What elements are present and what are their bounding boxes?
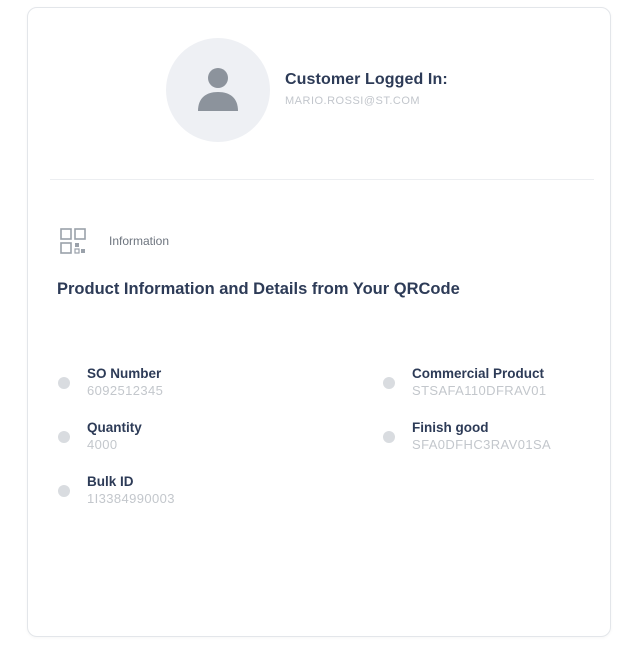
avatar — [166, 38, 270, 142]
login-info: Customer Logged In: MARIO.ROSSI@ST.COM — [285, 71, 448, 107]
section-headline: Product Information and Details from You… — [57, 280, 460, 298]
field-label: Bulk ID — [87, 474, 134, 489]
dot-icon — [383, 377, 395, 389]
field-label: SO Number — [87, 366, 162, 381]
login-title: Customer Logged In: — [285, 71, 448, 88]
field-so-number: SO Number 6092512345 — [58, 365, 163, 399]
field-commercial-product: Commercial Product STSAFA110DFRAV01 — [383, 365, 547, 399]
section-header: Information — [59, 227, 169, 255]
customer-info-card: Customer Logged In: MARIO.ROSSI@ST.COM I… — [27, 7, 611, 637]
field-label: Quantity — [87, 420, 142, 435]
login-email: MARIO.ROSSI@ST.COM — [285, 95, 421, 107]
field-finish-good: Finish good SFA0DFHC3RAV01SA — [383, 419, 551, 453]
field-quantity: Quantity 4000 — [58, 419, 142, 453]
field-bulk-id: Bulk ID 1I3384990003 — [58, 473, 175, 507]
field-label: Commercial Product — [412, 366, 545, 381]
field-value: SFA0DFHC3RAV01SA — [412, 437, 552, 452]
field-value: STSAFA110DFRAV01 — [412, 383, 547, 398]
customer-header: Customer Logged In: MARIO.ROSSI@ST.COM — [28, 8, 610, 180]
field-value: 6092512345 — [87, 383, 164, 398]
dot-icon — [383, 431, 395, 443]
dot-icon — [58, 377, 70, 389]
divider — [50, 179, 594, 180]
dot-icon — [58, 431, 70, 443]
field-value: 4000 — [87, 437, 118, 452]
field-label: Finish good — [412, 420, 489, 435]
user-icon — [198, 68, 238, 111]
grid-icon — [60, 228, 86, 254]
dot-icon — [58, 485, 70, 497]
field-value: 1I3384990003 — [87, 491, 175, 506]
section-label: Information — [109, 234, 170, 248]
